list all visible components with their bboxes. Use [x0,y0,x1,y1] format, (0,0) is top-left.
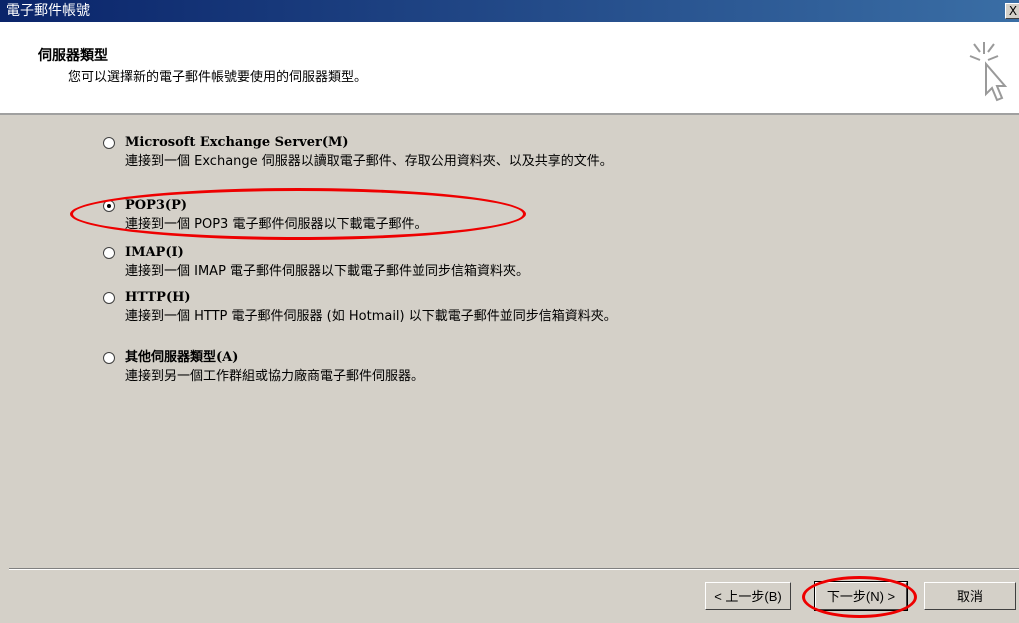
next-button[interactable]: 下一步(N) > [814,581,908,611]
radio-http[interactable] [103,292,115,304]
close-button[interactable]: X [1005,3,1019,19]
title-bar: 電子郵件帳號 X [0,0,1019,22]
radio-exchange[interactable] [103,137,115,149]
radio-pop3[interactable] [103,200,115,212]
option-description: 連接到一個 POP3 電子郵件伺服器以下載電子郵件。 [125,217,428,232]
page-subtitle: 您可以選擇新的電子郵件帳號要使用的伺服器類型。 [68,70,368,85]
option-label[interactable]: Microsoft Exchange Server(M) [125,135,349,151]
cancel-button[interactable]: 取消 [924,582,1016,610]
option-label[interactable]: 其他伺服器類型(A) [125,350,238,366]
content-area: Microsoft Exchange Server(M) 連接到一個 Excha… [9,115,1019,623]
radio-imap[interactable] [103,247,115,259]
wizard-cursor-icon [969,42,1008,102]
option-description: 連接到一個 HTTP 電子郵件伺服器 (如 Hotmail) 以下載電子郵件並同… [125,309,617,324]
page-title: 伺服器類型 [38,48,108,64]
option-description: 連接到一個 Exchange 伺服器以讀取電子郵件、存取公用資料夾、以及共享的文… [125,154,613,169]
wizard-header: 伺服器類型 您可以選擇新的電子郵件帳號要使用的伺服器類型。 [0,22,1019,115]
footer-divider [9,568,1019,570]
option-label[interactable]: POP3(P) [125,198,187,214]
back-button[interactable]: < 上一步(B) [705,582,791,610]
option-label[interactable]: IMAP(I) [125,245,184,261]
radio-other[interactable] [103,352,115,364]
window-title: 電子郵件帳號 [6,3,90,19]
option-description: 連接到另一個工作群組或協力廠商電子郵件伺服器。 [125,369,425,384]
option-label[interactable]: HTTP(H) [125,290,191,306]
option-description: 連接到一個 IMAP 電子郵件伺服器以下載電子郵件並同步信箱資料夾。 [125,264,530,279]
